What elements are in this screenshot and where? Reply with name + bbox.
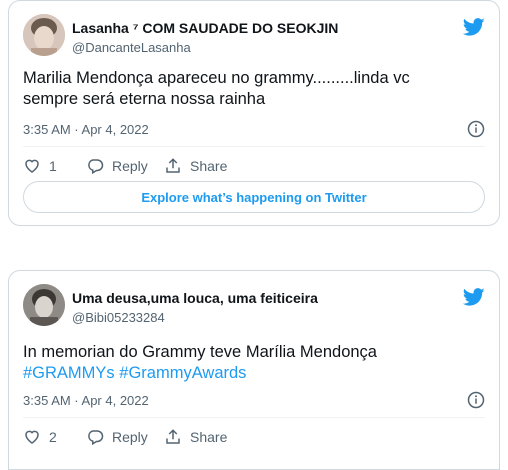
- share-icon: [166, 158, 180, 173]
- heart-icon: [25, 430, 39, 444]
- tweet-card[interactable]: Uma deusa,uma louca, uma feiticeira @Bib…: [8, 270, 500, 470]
- tweet-text-line: sempre será eterna nossa rainha: [23, 90, 266, 108]
- display-name[interactable]: Lasanha ⁷ COM SAUDADE DO SEOKJIN: [72, 20, 338, 37]
- tweet-card[interactable]: Lasanha ⁷ COM SAUDADE DO SEOKJIN @Dancan…: [8, 0, 500, 226]
- info-icon[interactable]: [467, 120, 485, 138]
- display-name[interactable]: Uma deusa,uma louca, uma feiticeira: [72, 290, 318, 307]
- tweet-header: Lasanha ⁷ COM SAUDADE DO SEOKJIN @Dancan…: [23, 14, 487, 58]
- divider: [23, 417, 485, 418]
- heart-icon: [25, 159, 39, 173]
- reply-icon: [88, 159, 104, 175]
- tweet-text: In memorian do Grammy teve Marília Mendo…: [23, 342, 485, 384]
- tweet-actions: 2 Reply Share: [23, 428, 485, 450]
- like-count: 2: [49, 429, 57, 445]
- avatar[interactable]: [23, 284, 65, 326]
- user-handle[interactable]: @Bibi05233284: [72, 309, 318, 326]
- twitter-bird-icon[interactable]: [463, 16, 485, 38]
- share-icon: [166, 429, 180, 444]
- share-button[interactable]: Share: [164, 157, 227, 175]
- like-button[interactable]: 1: [23, 157, 57, 175]
- reply-icon: [88, 430, 104, 446]
- timestamp[interactable]: 3:35 AM · Apr 4, 2022: [23, 393, 149, 408]
- reply-button[interactable]: Reply: [86, 157, 148, 175]
- info-icon[interactable]: [467, 391, 485, 409]
- avatar[interactable]: [23, 14, 65, 56]
- tweet-actions: 1 Reply Share: [23, 157, 485, 179]
- like-button[interactable]: 2: [23, 428, 57, 446]
- share-label: Share: [190, 158, 228, 174]
- hashtag-link[interactable]: #GRAMMYs: [23, 364, 115, 382]
- tweet-text-line: Marilia Mendonça apareceu no grammy.....…: [23, 69, 410, 87]
- divider: [23, 146, 485, 147]
- tweet-header: Uma deusa,uma louca, uma feiticeira @Bib…: [23, 284, 487, 328]
- reply-button[interactable]: Reply: [86, 428, 148, 446]
- twitter-bird-icon[interactable]: [463, 286, 485, 308]
- like-count: 1: [49, 158, 57, 174]
- timestamp[interactable]: 3:35 AM · Apr 4, 2022: [23, 122, 149, 137]
- share-button[interactable]: Share: [164, 428, 227, 446]
- hashtag-link[interactable]: #GrammyAwards: [119, 364, 246, 382]
- explore-twitter-button[interactable]: Explore what’s happening on Twitter: [23, 181, 485, 213]
- hashtag-line: #GRAMMYs #GrammyAwards: [23, 363, 485, 384]
- reply-label: Reply: [112, 429, 148, 445]
- tweet-text-line: In memorian do Grammy teve Marília Mendo…: [23, 343, 377, 361]
- user-handle[interactable]: @DancanteLasanha: [72, 39, 338, 56]
- tweet-text: Marilia Mendonça apareceu no grammy.....…: [23, 68, 485, 110]
- reply-label: Reply: [112, 158, 148, 174]
- share-label: Share: [190, 429, 228, 445]
